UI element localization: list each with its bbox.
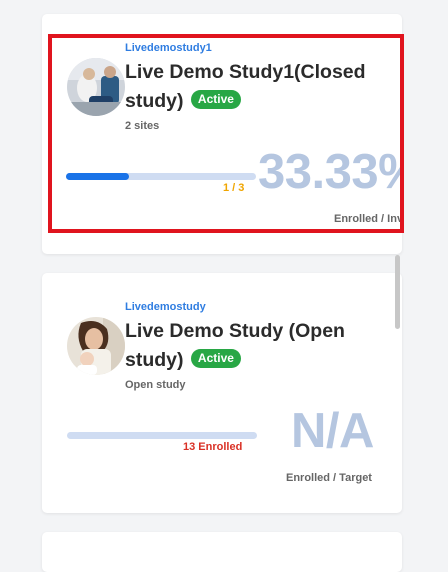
enrollment-progress-fill bbox=[66, 173, 130, 180]
status-badge: Active bbox=[190, 90, 241, 109]
study-list: Livedemostudy1 Live Demo Study1(Closed s… bbox=[0, 0, 448, 572]
study-title-line2: study) bbox=[125, 90, 184, 112]
enrollment-percentage: N/A bbox=[291, 404, 374, 458]
study-card[interactable] bbox=[42, 532, 402, 572]
study-card[interactable]: Livedemostudy Live Demo Study (Open stud… bbox=[42, 273, 402, 513]
study-title[interactable]: Live Demo Study1(Closed study) Active bbox=[125, 58, 402, 116]
study-code: Livedemostudy1 bbox=[125, 42, 212, 54]
enrollment-progress-bar bbox=[67, 432, 257, 439]
study-subtitle: Open study bbox=[125, 379, 186, 391]
enrollment-percentage: 33.33% bbox=[258, 145, 402, 199]
study-title-line1: Live Demo Study (Open bbox=[125, 320, 345, 342]
study-code: Livedemostudy bbox=[125, 301, 206, 313]
enrollment-count: 13 Enrolled bbox=[183, 441, 243, 453]
study-title[interactable]: Live Demo Study (Open study) Active bbox=[125, 317, 402, 375]
status-badge: Active bbox=[190, 349, 241, 368]
scrollbar-thumb[interactable] bbox=[395, 255, 400, 329]
enrollment-caption: Enrolled / Invited bbox=[334, 213, 402, 225]
study-avatar bbox=[67, 58, 125, 116]
study-subtitle: 2 sites bbox=[125, 120, 160, 132]
enrollment-caption: Enrolled / Target bbox=[286, 472, 372, 484]
study-title-line2: study) bbox=[125, 349, 184, 371]
study-title-line1: Live Demo Study1(Closed bbox=[125, 61, 366, 83]
enrollment-count: 1 / 3 bbox=[223, 182, 245, 194]
study-card[interactable]: Livedemostudy1 Live Demo Study1(Closed s… bbox=[42, 14, 402, 254]
study-avatar bbox=[67, 317, 125, 375]
enrollment-progress-bar bbox=[66, 173, 256, 180]
